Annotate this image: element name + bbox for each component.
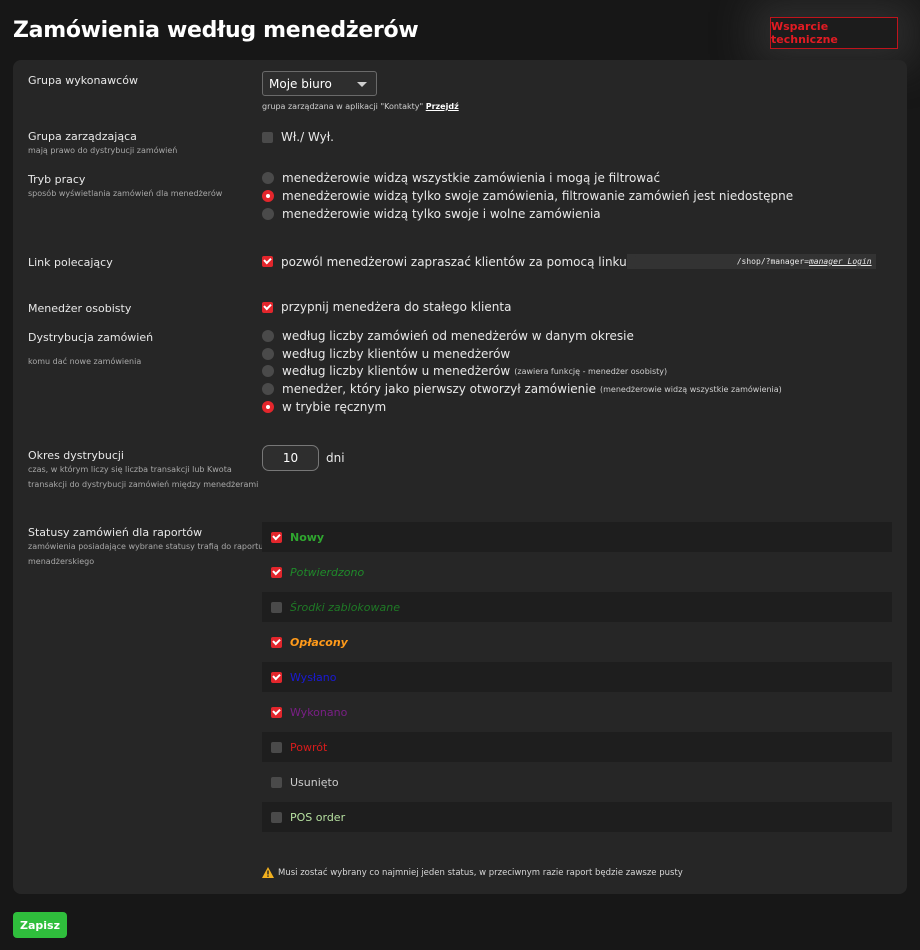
contacts-link[interactable]: Przejdź <box>426 102 459 111</box>
report-statuses-sub-2: menadżerskiego <box>28 557 95 566</box>
work-mode-option-label: menedżerowie widzą wszystkie zamówienia … <box>282 171 661 185</box>
personal-manager-option[interactable]: przypnij menedżera do stałego klienta <box>262 300 511 314</box>
work-mode-option-label: menedżerowie widzą tylko swoje i wolne z… <box>282 207 601 221</box>
referral-link-checkbox[interactable] <box>262 256 273 267</box>
referral-link-label: Link polecający <box>28 256 113 269</box>
distribution-option[interactable]: w trybie ręcznym <box>262 400 386 414</box>
radio-button[interactable] <box>262 348 274 360</box>
status-name: Potwierdzono <box>290 565 365 579</box>
distribution-option-label: według liczby klientów u menedżerów <box>282 364 511 378</box>
radio-button[interactable] <box>262 365 274 377</box>
radio-button-selected[interactable] <box>262 401 274 413</box>
radio-button[interactable] <box>262 208 274 220</box>
referral-url-path: /shop/?manager= <box>736 257 809 266</box>
warning-triangle-icon <box>262 867 274 878</box>
group-executors-value: Moje biuro <box>269 76 332 91</box>
period-unit: dni <box>326 451 345 465</box>
work-mode-label: Tryb pracy <box>28 173 86 186</box>
period-sub-1: czas, w którym liczy się liczba transakc… <box>28 465 232 474</box>
status-name: Powrót <box>290 740 328 754</box>
distribution-option-label: według liczby zamówień od menedżerów w d… <box>282 329 634 343</box>
distribution-label: Dystrybucja zamówień <box>28 331 154 344</box>
work-mode-sub: sposób wyświetlania zamówień dla menedże… <box>28 189 223 198</box>
referral-link-checkbox-label: pozwól menedżerowi zapraszać klientów za… <box>281 254 627 269</box>
radio-button-selected[interactable] <box>262 190 274 202</box>
work-mode-option[interactable]: menedżerowie widzą wszystkie zamówienia … <box>262 171 660 185</box>
work-mode-option[interactable]: menedżerowie widzą tylko swoje zamówieni… <box>262 189 793 203</box>
status-name: Środki zablokowane <box>290 600 400 614</box>
distribution-option-label: w trybie ręcznym <box>282 400 387 414</box>
status-row[interactable]: Powrót <box>262 732 892 762</box>
status-row[interactable]: Środki zablokowane <box>262 592 892 622</box>
save-button[interactable]: Zapisz <box>13 912 67 938</box>
page-title: Zamówienia według menedżerów <box>13 18 419 43</box>
chevron-down-icon <box>357 82 367 87</box>
managing-group-toggle[interactable]: Wł./ Wył. <box>262 130 334 144</box>
warning-text: Musi zostać wybrany co najmniej jeden st… <box>278 867 683 878</box>
personal-manager-label: Menedżer osobisty <box>28 302 132 315</box>
distribution-option-note: (zawiera funkcję - menedżer osobisty) <box>514 366 668 376</box>
status-row[interactable]: POS order <box>262 802 892 832</box>
distribution-option-label: według liczby klientów u menedżerów <box>282 347 511 361</box>
distribution-option[interactable]: według liczby zamówień od menedżerów w d… <box>262 329 634 343</box>
referral-url-param: manager_Login <box>808 257 872 266</box>
status-checkbox[interactable] <box>271 601 282 613</box>
settings-panel: Grupa wykonawców Moje biuro grupa zarząd… <box>13 60 907 894</box>
managing-group-checkbox[interactable] <box>262 131 273 143</box>
support-button[interactable]: Wsparcie techniczne <box>770 17 898 49</box>
status-name: Usunięto <box>290 775 339 789</box>
status-checkbox[interactable] <box>271 741 282 753</box>
work-mode-option-label: menedżerowie widzą tylko swoje zamówieni… <box>282 189 794 203</box>
status-row[interactable]: Usunięto <box>262 767 892 797</box>
status-name: POS order <box>290 810 346 824</box>
group-executors-select[interactable]: Moje biuro <box>262 71 377 96</box>
period-label: Okres dystrybucji <box>28 449 124 462</box>
status-row[interactable]: Potwierdzono <box>262 557 892 587</box>
status-name: Wysłano <box>290 670 337 684</box>
status-row[interactable]: Opłacony <box>262 627 892 657</box>
radio-button[interactable] <box>262 383 274 395</box>
managing-group-toggle-label: Wł./ Wył. <box>281 130 334 144</box>
referral-url: /shop/?manager= manager_Login <box>626 254 876 269</box>
work-mode-option[interactable]: menedżerowie widzą tylko swoje i wolne z… <box>262 207 601 221</box>
period-sub-2: transakcji do dystrybucji zamówień międz… <box>28 480 259 489</box>
status-name: Opłacony <box>290 635 348 649</box>
group-executors-hint: grupa zarządzana w aplikacji "Kontakty" … <box>262 102 459 111</box>
managing-group-label: Grupa zarządzająca <box>28 130 137 143</box>
report-statuses-sub-1: zamówienia posiadające wybrane statusy t… <box>28 542 264 551</box>
distribution-option[interactable]: według liczby klientów u menedżerów <box>262 347 510 361</box>
status-warning: Musi zostać wybrany co najmniej jeden st… <box>262 867 683 878</box>
status-row[interactable]: Nowy <box>262 522 892 552</box>
hint-text: grupa zarządzana w aplikacji "Kontakty" <box>262 102 424 111</box>
page-header: Zamówienia według menedżerów Wsparcie te… <box>0 0 920 60</box>
status-row[interactable]: Wysłano <box>262 662 892 692</box>
distribution-option-note: (menedżerowie widzą wszystkie zamówienia… <box>599 384 782 394</box>
managing-group-sub: mają prawo do dystrybucji zamówień <box>28 146 178 155</box>
status-name: Nowy <box>290 530 325 544</box>
status-name: Wykonano <box>290 705 348 719</box>
radio-button[interactable] <box>262 330 274 342</box>
status-row[interactable]: Wykonano <box>262 697 892 727</box>
status-checkbox[interactable] <box>271 671 282 683</box>
status-checkbox[interactable] <box>271 811 282 823</box>
group-executors-label: Grupa wykonawców <box>28 74 138 87</box>
status-checkbox[interactable] <box>271 566 282 578</box>
status-checkbox[interactable] <box>271 636 282 648</box>
distribution-option-label: menedżer, który jako pierwszy otworzył z… <box>282 382 596 396</box>
distribution-option[interactable]: według liczby klientów u menedżerów (zaw… <box>262 364 667 378</box>
status-checkbox[interactable] <box>271 531 282 543</box>
referral-link-option[interactable]: pozwól menedżerowi zapraszać klientów za… <box>262 254 876 269</box>
personal-manager-checkbox-label: przypnij menedżera do stałego klienta <box>281 300 512 314</box>
personal-manager-checkbox[interactable] <box>262 301 273 313</box>
distribution-sub: komu dać nowe zamówienia <box>28 357 142 366</box>
status-checkbox[interactable] <box>271 776 282 788</box>
radio-button[interactable] <box>262 172 274 184</box>
distribution-option[interactable]: menedżer, który jako pierwszy otworzył z… <box>262 382 782 396</box>
masked-domain <box>634 255 733 268</box>
status-checkbox[interactable] <box>271 706 282 718</box>
report-statuses-label: Statusy zamówień dla raportów <box>28 526 203 539</box>
period-input[interactable]: 10 <box>262 445 319 471</box>
